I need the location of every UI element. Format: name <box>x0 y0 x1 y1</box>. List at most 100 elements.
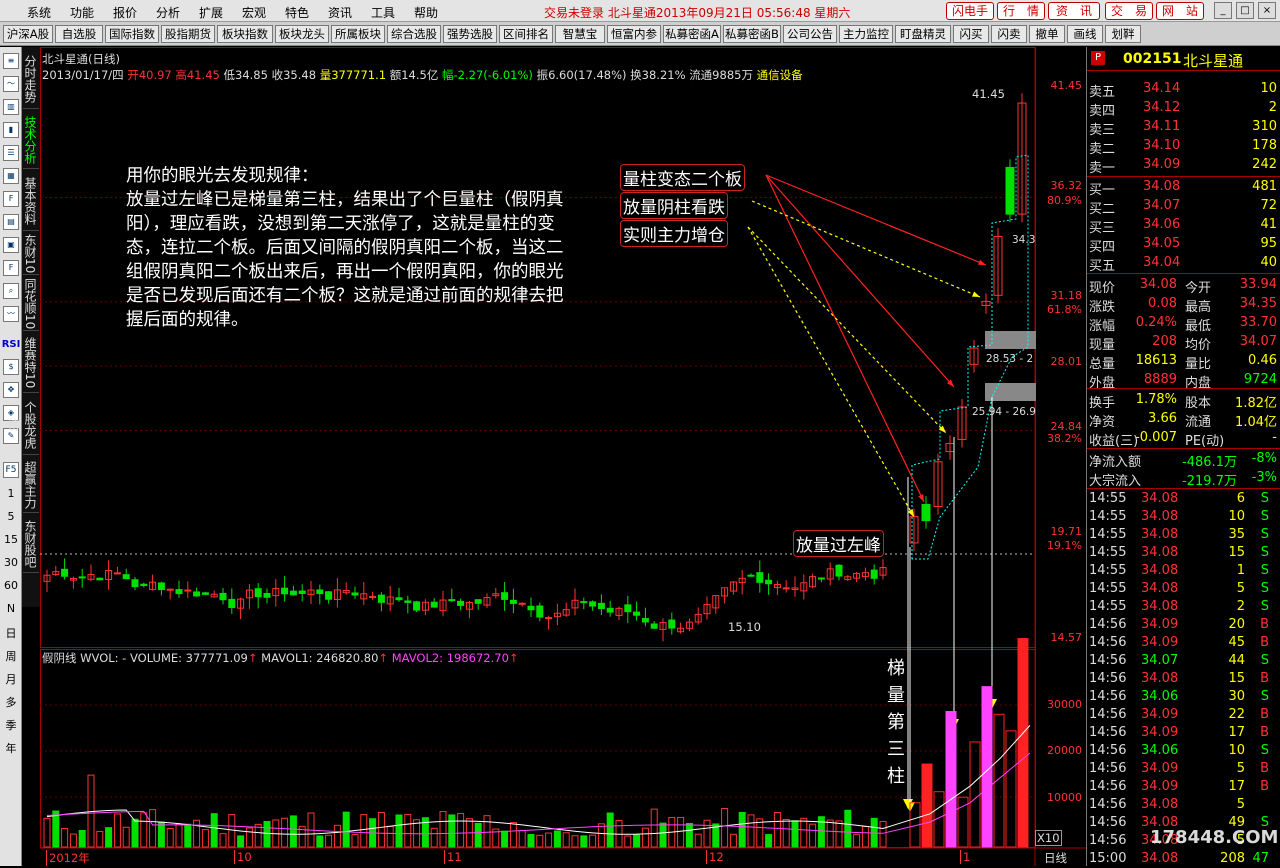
top-button-3[interactable]: 交 易 <box>1105 2 1153 20</box>
volume-bar <box>861 825 869 848</box>
vtab-1[interactable]: 技术分析 <box>23 111 39 169</box>
period-label[interactable]: 日线 <box>1044 850 1067 866</box>
tick-time: 15:00 <box>1089 851 1127 866</box>
tick-time: 14:56 <box>1089 779 1127 794</box>
stat-label: PE(动) <box>1185 434 1225 449</box>
report-icon[interactable]: ≡ <box>3 53 19 69</box>
top-button-2[interactable]: 资 讯 <box>1048 2 1100 20</box>
menu-item-5[interactable]: 宏观 <box>242 4 266 21</box>
stat-label: 量比 <box>1185 357 1212 372</box>
stat-row-1: 涨跌 0.08 最高 34.35 <box>1087 295 1280 315</box>
vtab-0[interactable]: 分时走势 <box>23 49 39 109</box>
period-4[interactable]: 60 <box>0 579 22 592</box>
money-icon[interactable]: $ <box>3 359 19 375</box>
volume-bar <box>853 834 861 848</box>
period-9[interactable]: 多 <box>0 694 22 710</box>
document-icon[interactable]: ▤ <box>3 214 19 230</box>
toolbar-item-18[interactable]: 闪卖 <box>991 25 1027 43</box>
toolbar-item-16[interactable]: 盯盘精灵 <box>895 25 951 43</box>
chart-icon[interactable]: ▥ <box>3 99 19 115</box>
menu-item-3[interactable]: 分析 <box>156 4 180 21</box>
period-8[interactable]: 月 <box>0 671 22 687</box>
toolbar-item-13[interactable]: 私募密函B <box>723 25 781 43</box>
vtab-4[interactable]: 同花顺10 <box>23 277 39 331</box>
period-0[interactable]: 1 <box>0 487 22 500</box>
menu-item-8[interactable]: 工具 <box>371 4 395 21</box>
vtab-5[interactable]: 维赛特10 <box>23 333 39 393</box>
kline-chart[interactable]: 北斗星通(日线) 2013/01/17/四 开40.97 高41.45 低34.… <box>40 47 1086 866</box>
tick-time: 14:56 <box>1089 833 1127 848</box>
maximize-icon[interactable]: □ <box>1236 2 1254 19</box>
f12-icon[interactable]: F <box>3 260 19 276</box>
separator <box>1087 176 1280 177</box>
toolbar-item-6[interactable]: 所属板块 <box>331 25 385 43</box>
volume-bar <box>140 812 148 848</box>
search-icon[interactable]: ⌕ <box>3 283 19 299</box>
vol-value: 377771.1 <box>331 68 387 82</box>
trend-icon[interactable]: 〰 <box>3 306 19 322</box>
toolbar-item-1[interactable]: 自选股 <box>55 25 103 43</box>
toolbar-item-20[interactable]: 画线 <box>1067 25 1103 43</box>
minimize-icon[interactable]: _ <box>1214 2 1232 19</box>
menu-item-7[interactable]: 资讯 <box>328 4 352 21</box>
period-3[interactable]: 30 <box>0 556 22 569</box>
vtab-7[interactable]: 超赢主力 <box>23 457 39 513</box>
toolbar-item-4[interactable]: 板块指数 <box>217 25 273 43</box>
top-button-4[interactable]: 网 站 <box>1156 2 1204 20</box>
top-button-0[interactable]: 闪电手 <box>946 2 994 20</box>
list-icon[interactable]: ☰ <box>3 145 19 161</box>
menu-item-0[interactable]: 系统 <box>27 4 51 21</box>
vtab-6[interactable]: 个股龙虎榜 <box>6 395 39 455</box>
tick-time: 14:56 <box>1089 761 1127 776</box>
period-2[interactable]: 15 <box>0 533 22 546</box>
tick-side: B <box>1260 725 1269 740</box>
toolbar-item-3[interactable]: 股指期货 <box>161 25 215 43</box>
move-icon[interactable]: ✥ <box>3 382 19 398</box>
toolbar-item-5[interactable]: 板块龙头 <box>275 25 329 43</box>
toolbar-item-7[interactable]: 综合选股 <box>387 25 441 43</box>
rsi-label[interactable]: RSI <box>0 339 22 350</box>
top-button-1[interactable]: 行 情 <box>997 2 1045 20</box>
menu-item-9[interactable]: 帮助 <box>414 4 438 21</box>
toolbar-item-2[interactable]: 国际指数 <box>105 25 159 43</box>
calendar-icon[interactable]: ▣ <box>3 237 19 253</box>
vtab-8[interactable]: 东财股吧 <box>23 515 39 573</box>
toolbar-item-8[interactable]: 强势选股 <box>443 25 497 43</box>
candle-body <box>474 599 482 604</box>
tick-volume: 5 <box>1236 797 1245 812</box>
volume-bar-big <box>945 711 957 848</box>
arrow-yellow-3-head <box>907 509 914 517</box>
vtab-2[interactable]: 基本资料 <box>23 171 39 231</box>
toolbar-item-12[interactable]: 私募密函A <box>663 25 721 43</box>
period-1[interactable]: 5 <box>0 510 22 523</box>
candle-icon[interactable]: ▮ <box>3 122 19 138</box>
close-icon[interactable]: × <box>1258 2 1276 19</box>
toolbar-item-0[interactable]: 沪深A股 <box>3 25 53 43</box>
menu-item-2[interactable]: 报价 <box>113 4 137 21</box>
candle-body <box>254 588 262 598</box>
period-5[interactable]: N <box>0 602 22 615</box>
menu-item-4[interactable]: 扩展 <box>199 4 223 21</box>
period-7[interactable]: 周 <box>0 648 22 664</box>
toolbar-item-11[interactable]: 恒富内参 <box>607 25 661 43</box>
period-10[interactable]: 季 <box>0 717 22 733</box>
period-11[interactable]: 年 <box>0 740 22 756</box>
toolbar-item-15[interactable]: 主力监控 <box>839 25 893 43</box>
toolbar-item-9[interactable]: 区间排名 <box>499 25 553 43</box>
menu-item-6[interactable]: 特色 <box>285 4 309 21</box>
period-6[interactable]: 日 <box>0 625 22 641</box>
f5-button[interactable]: F5 <box>3 462 19 478</box>
toolbar-item-19[interactable]: 撤单 <box>1029 25 1065 43</box>
toolbar-item-21[interactable]: 划靽 <box>1105 25 1141 43</box>
vtab-3[interactable]: 东财10 <box>23 233 39 275</box>
arrow-red-1-head <box>978 259 986 265</box>
toolbar-item-17[interactable]: 闪买 <box>953 25 989 43</box>
line-icon[interactable]: ～ <box>3 76 19 92</box>
candle-body <box>606 607 614 613</box>
table-icon[interactable]: ▦ <box>3 168 19 184</box>
f10-icon[interactable]: F <box>3 191 19 207</box>
toolbar-item-10[interactable]: 智慧宝 <box>555 25 605 43</box>
menu-item-1[interactable]: 功能 <box>70 4 94 21</box>
toolbar-item-14[interactable]: 公司公告 <box>783 25 837 43</box>
candle-body <box>413 601 421 611</box>
